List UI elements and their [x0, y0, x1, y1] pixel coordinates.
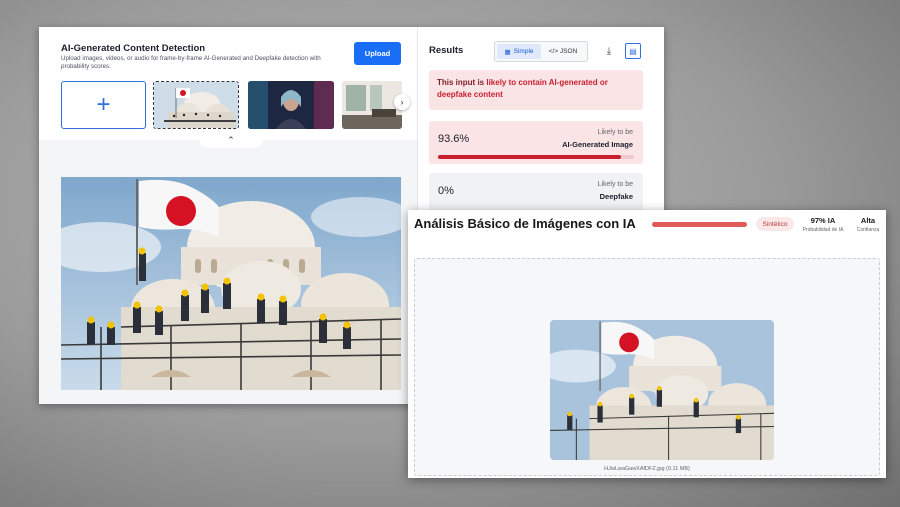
input-pane: AI-Generated Content Detection Upload im…: [39, 27, 417, 404]
file-name: HJwLwaGawXAfDFZ.jpg (0.11 MB): [604, 466, 690, 472]
download-icon[interactable]: ⤓: [601, 43, 617, 59]
score-progress-fill: [438, 155, 622, 159]
preview-image: [61, 177, 401, 390]
toggle-simple-label: Simple: [513, 48, 534, 55]
analysis-title: Análisis Básico de Imágenes con IA: [414, 216, 636, 231]
thumbnail-selected[interactable]: [153, 81, 239, 129]
results-title: Results: [429, 45, 464, 56]
input-header: AI-Generated Content Detection Upload im…: [39, 27, 417, 140]
score-card-deepfake: 0% Likely to be Deepfake: [429, 173, 643, 213]
mosque-analysis-image: [550, 320, 774, 460]
score-card-ai: 93.6% Likely to be AI-Generated Image: [429, 121, 643, 164]
portrait-thumbnail-image: [248, 81, 334, 129]
score-label: AI-Generated Image: [562, 140, 633, 149]
plus-icon: +: [96, 91, 111, 118]
chevron-right-icon[interactable]: ›: [394, 94, 410, 110]
thumbnail-interior[interactable]: [342, 81, 402, 129]
interior-thumbnail-image: [342, 81, 402, 129]
status-badge: Sintético: [756, 217, 794, 231]
score-value: 93.6%: [438, 133, 470, 145]
stat-confidence: Alta Confianza: [854, 216, 882, 233]
grid-icon: ▦: [504, 48, 511, 56]
alert-prefix: This input is: [437, 78, 487, 87]
score-label: Deepfake: [599, 192, 633, 201]
layout-icon[interactable]: ▤: [625, 43, 641, 59]
collapse-button[interactable]: ⌃: [199, 132, 263, 148]
upload-button[interactable]: Upload: [354, 42, 401, 65]
stat-probability-value: 97% IA: [810, 216, 836, 225]
thumbnail-portrait[interactable]: [248, 81, 334, 129]
stat-probability: 97% IA Probabilidad de IA: [798, 216, 848, 233]
result-alert: This input is likely to contain AI-gener…: [429, 70, 643, 110]
stat-confidence-label: Confianza: [856, 227, 880, 233]
mosque-preview-image: [61, 177, 401, 390]
stat-probability-label: Probabilidad de IA: [802, 227, 844, 233]
analysis-window: Análisis Básico de Imágenes con IA Sinté…: [408, 210, 886, 478]
analysis-preview-image: [550, 320, 774, 460]
toggle-simple[interactable]: ▦ Simple: [497, 44, 541, 59]
toggle-json[interactable]: </> JSON: [541, 44, 585, 59]
chevron-up-icon: ⌃: [227, 134, 235, 145]
add-media-button[interactable]: +: [61, 81, 146, 129]
page-title: AI-Generated Content Detection: [61, 43, 206, 54]
probability-bar: [652, 222, 747, 227]
score-progress-track: [438, 155, 634, 159]
view-toggle: ▦ Simple </> JSON: [494, 41, 588, 62]
mosque-thumbnail-image: [154, 82, 238, 128]
score-caption: Likely to be: [597, 129, 633, 136]
score-value: 0%: [438, 185, 454, 197]
score-caption: Likely to be: [597, 181, 633, 188]
stat-confidence-value: Alta: [860, 216, 876, 225]
page-description: Upload images, videos, or audio for fram…: [61, 55, 321, 71]
